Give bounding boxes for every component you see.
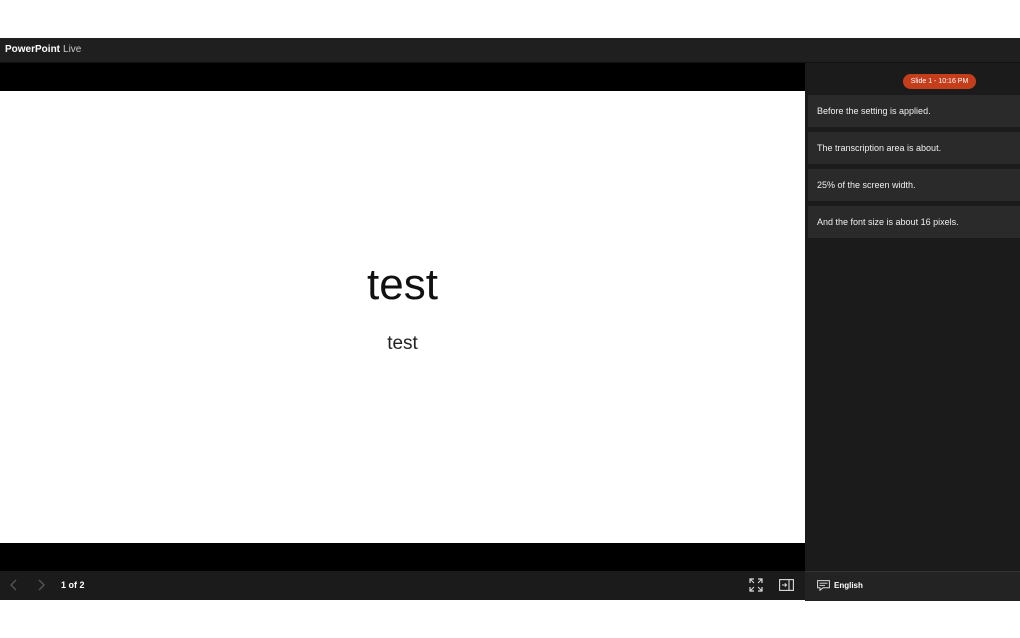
powerpoint-live-window: PowerPoint Live test test 1 of 2 Slide 1… — [0, 38, 1020, 601]
app-suffix: Live — [63, 44, 82, 55]
chevron-right-icon — [38, 579, 45, 591]
slide-title: test — [367, 260, 438, 309]
transcription-panel: Slide 1 - 10:16 PM Before the setting is… — [805, 63, 1020, 601]
next-slide-button[interactable] — [34, 578, 48, 594]
slide-counter: 1 of 2 — [61, 580, 85, 590]
chevron-left-icon — [10, 579, 17, 591]
transcript-line: Before the setting is applied. — [808, 95, 1020, 127]
transcript-line: 25% of the screen width. — [808, 169, 1020, 201]
fullscreen-icon — [749, 578, 763, 592]
title-bar: PowerPoint Live — [0, 38, 1020, 63]
previous-slide-button[interactable] — [7, 578, 21, 594]
language-label: English — [834, 581, 863, 590]
language-selector[interactable]: English — [805, 571, 1020, 601]
panel-toggle-icon — [778, 579, 794, 591]
slide-time-badge: Slide 1 - 10:16 PM — [903, 74, 976, 89]
slide-controls-bar: 1 of 2 — [0, 571, 805, 600]
transcript-line: The transcription area is about. — [808, 132, 1020, 164]
toggle-panel-button[interactable] — [777, 576, 795, 594]
captions-icon — [817, 580, 830, 591]
app-brand: PowerPoint — [5, 44, 61, 55]
fullscreen-button[interactable] — [747, 576, 765, 594]
slide-viewport: test test — [0, 63, 805, 571]
slide-canvas: test test — [0, 91, 805, 543]
transcript-line: And the font size is about 16 pixels. — [808, 206, 1020, 238]
app-title: PowerPoint Live — [5, 44, 81, 55]
slide-subtitle: test — [387, 333, 418, 354]
